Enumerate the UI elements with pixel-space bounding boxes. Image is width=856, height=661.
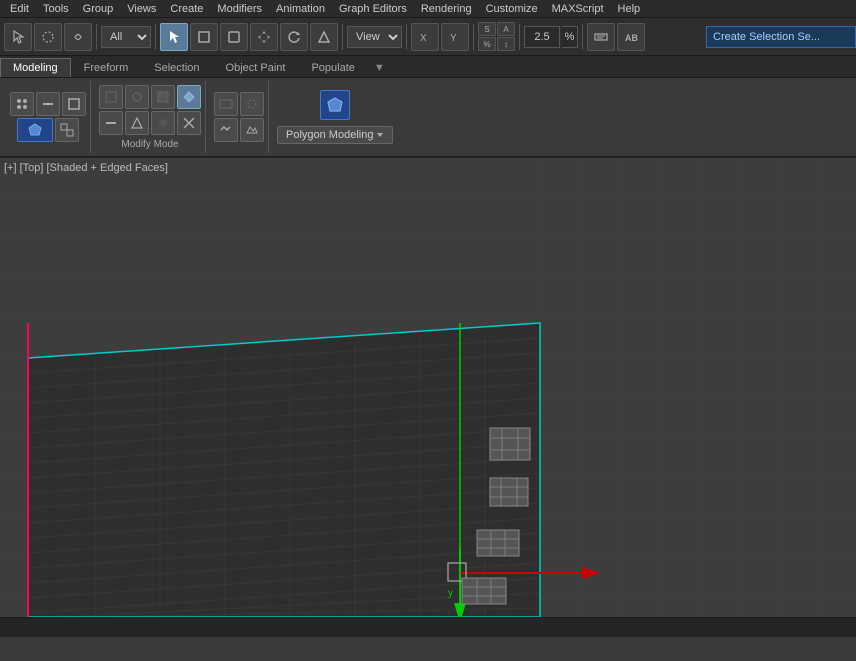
ribbon-group-2 (210, 81, 269, 153)
vertex-btn[interactable] (10, 92, 34, 116)
snap-3d-btn[interactable]: S (478, 22, 496, 36)
svg-text:Y: Y (450, 33, 457, 44)
menu-help[interactable]: Help (612, 2, 647, 16)
sep6 (519, 24, 520, 50)
svg-text:ABC: ABC (625, 33, 638, 43)
modify-mode-btn1[interactable] (99, 85, 123, 109)
tab-modeling[interactable]: Modeling (0, 58, 71, 77)
scale-btn[interactable] (310, 23, 338, 51)
create-selection-input[interactable] (706, 26, 856, 48)
menu-rendering[interactable]: Rendering (415, 2, 478, 16)
rbtn-c[interactable] (214, 118, 238, 142)
circle-select-btn[interactable] (220, 23, 248, 51)
rbtn-d[interactable] (240, 118, 264, 142)
viewport[interactable]: [+] [Top] [Shaded + Edged Faces] (0, 158, 856, 617)
polygon-modeling-dropdown-btn[interactable]: Polygon Modeling (277, 126, 393, 144)
menu-group[interactable]: Group (77, 2, 120, 16)
filter-dropdown[interactable]: All (101, 26, 151, 48)
rotate-btn[interactable] (280, 23, 308, 51)
sep5 (473, 24, 474, 50)
named-sel-btn[interactable] (587, 23, 615, 51)
tab-freeform[interactable]: Freeform (71, 58, 142, 77)
polygon-modeling-group: Polygon Modeling (273, 81, 397, 153)
view-dropdown[interactable]: View (347, 26, 402, 48)
tab-extra[interactable]: ▼ (368, 59, 391, 77)
edge-btn[interactable] (36, 92, 60, 116)
handle-3 (477, 530, 519, 556)
tab-selection[interactable]: Selection (141, 58, 212, 77)
menu-modifiers[interactable]: Modifiers (211, 2, 268, 16)
modify-mode-btn4[interactable] (177, 85, 201, 109)
percent-label: % (562, 26, 578, 48)
handle-2 (490, 478, 528, 506)
menu-bar: Edit Tools Group Views Create Modifiers … (0, 0, 856, 18)
modify-mode-group: Modify Mode (95, 81, 206, 153)
menu-edit[interactable]: Edit (4, 2, 35, 16)
snap-angle-btn[interactable]: A (497, 22, 515, 36)
tab-populate[interactable]: Populate (298, 58, 367, 77)
snap-spinner-btn[interactable]: ↕ (497, 37, 515, 51)
sep7 (582, 24, 583, 50)
sep4 (406, 24, 407, 50)
svg-text:y: y (448, 588, 453, 599)
ribbon-content: Modify Mode Polygon Mode (0, 78, 856, 158)
modify-mode-label: Modify Mode (121, 139, 178, 150)
modify-mode-btn5[interactable] (99, 111, 123, 135)
modify-mode-btn7[interactable] (151, 111, 175, 135)
rbtn-a[interactable] (214, 92, 238, 116)
viewport-label[interactable]: [+] [Top] [Shaded + Edged Faces] (4, 162, 168, 174)
main-toolbar: All View X Y S (0, 18, 856, 56)
create-selection-area (706, 18, 856, 56)
select-region-btn[interactable] (34, 23, 62, 51)
axis-x-btn[interactable]: X (411, 23, 439, 51)
menu-tools[interactable]: Tools (37, 2, 75, 16)
menu-create[interactable]: Create (164, 2, 209, 16)
modify-mode-btn8[interactable] (177, 111, 201, 135)
element-btn[interactable] (55, 118, 79, 142)
menu-customize[interactable]: Customize (480, 2, 544, 16)
snap-cluster: S A % ↕ (478, 22, 515, 51)
modify-mode-btn6[interactable] (125, 111, 149, 135)
snap-pct-btn[interactable]: % (478, 37, 496, 51)
text-abc-btn[interactable]: ABC (617, 23, 645, 51)
axis-y-btn[interactable]: Y (441, 23, 469, 51)
border-btn[interactable] (62, 92, 86, 116)
sep1 (96, 24, 97, 50)
sep2 (155, 24, 156, 50)
mesh-element-group (6, 81, 91, 153)
svg-text:X: X (420, 33, 427, 44)
modify-mode-btn2[interactable] (125, 85, 149, 109)
rbtn-b[interactable] (240, 92, 264, 116)
menu-animation[interactable]: Animation (270, 2, 331, 16)
ribbon-tabs: Modeling Freeform Selection Object Paint… (0, 56, 856, 78)
modify-mode-btn3[interactable] (151, 85, 175, 109)
menu-graph-editors[interactable]: Graph Editors (333, 2, 413, 16)
zoom-value: 2.5 (524, 26, 560, 48)
handle-1 (490, 428, 530, 460)
status-bar (0, 617, 856, 637)
menu-views[interactable]: Views (121, 2, 162, 16)
select-object-btn[interactable] (4, 23, 32, 51)
poly-model-active-btn[interactable] (320, 90, 350, 120)
select-pointer-btn[interactable] (160, 23, 188, 51)
sep3 (342, 24, 343, 50)
polygon-btn[interactable] (17, 118, 53, 142)
move-btn[interactable] (250, 23, 278, 51)
handle-4 (462, 578, 506, 604)
viewport-scene: y (0, 158, 856, 617)
link-btn[interactable] (64, 23, 92, 51)
rect-select-btn[interactable] (190, 23, 218, 51)
tab-object-paint[interactable]: Object Paint (213, 58, 299, 77)
menu-maxscript[interactable]: MAXScript (546, 2, 610, 16)
